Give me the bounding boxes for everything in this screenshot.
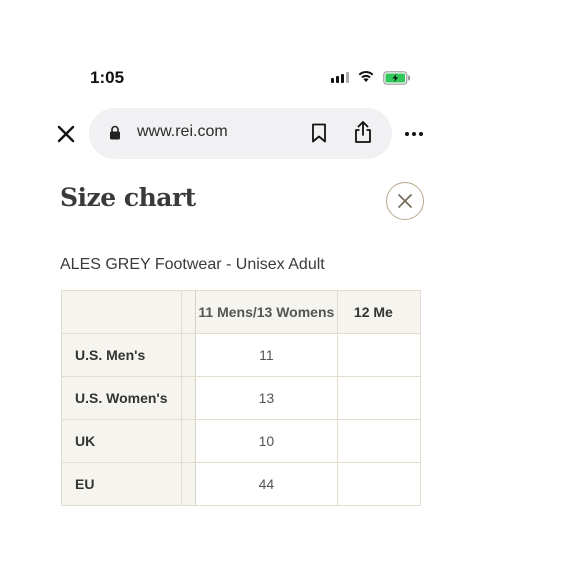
table-corner-cell	[61, 290, 183, 334]
table-cell: 13	[194, 376, 338, 420]
table-cell	[336, 462, 421, 506]
battery-charging-icon	[383, 71, 410, 85]
cellular-signal-icon	[331, 72, 349, 83]
table-spacer-cell	[181, 333, 196, 377]
lock-icon	[110, 125, 120, 140]
more-options-icon[interactable]	[404, 128, 424, 140]
table-cell	[336, 376, 421, 420]
url-text[interactable]: www.rei.com	[137, 123, 228, 141]
table-row: EU 44	[61, 462, 421, 506]
bookmark-icon[interactable]	[311, 123, 327, 143]
column-header: 11 Mens/13 Womens	[194, 290, 338, 334]
table-cell: 10	[194, 419, 338, 463]
row-header: EU	[61, 462, 183, 506]
modal-close-button[interactable]	[386, 182, 424, 220]
row-header: U.S. Men's	[61, 333, 183, 377]
size-chart-table[interactable]: 11 Mens/13 Womens 12 Me U.S. Men's 11 U.…	[61, 290, 421, 506]
table-cell	[336, 333, 421, 377]
table-spacer-cell	[181, 462, 196, 506]
table-cell: 11	[194, 333, 338, 377]
modal-title: Size chart	[60, 183, 196, 212]
address-bar[interactable]: www.rei.com	[89, 108, 392, 159]
table-spacer-cell	[181, 290, 196, 334]
table-row: U.S. Women's 13	[61, 376, 421, 420]
table-row: U.S. Men's 11	[61, 333, 421, 377]
product-name: ALES GREY Footwear - Unisex Adult	[60, 256, 325, 273]
close-icon	[398, 194, 412, 208]
column-header: 12 Me	[336, 290, 421, 334]
table-cell	[336, 419, 421, 463]
close-tab-icon[interactable]	[56, 124, 76, 144]
table-spacer-cell	[181, 376, 196, 420]
row-header: UK	[61, 419, 183, 463]
share-icon[interactable]	[353, 120, 373, 144]
table-header-row: 11 Mens/13 Womens 12 Me	[61, 290, 421, 334]
row-header: U.S. Women's	[61, 376, 183, 420]
status-time: 1:05	[90, 68, 125, 87]
table-row: UK 10	[61, 419, 421, 463]
table-cell: 44	[194, 462, 338, 506]
table-spacer-cell	[181, 419, 196, 463]
wifi-icon	[358, 70, 374, 82]
